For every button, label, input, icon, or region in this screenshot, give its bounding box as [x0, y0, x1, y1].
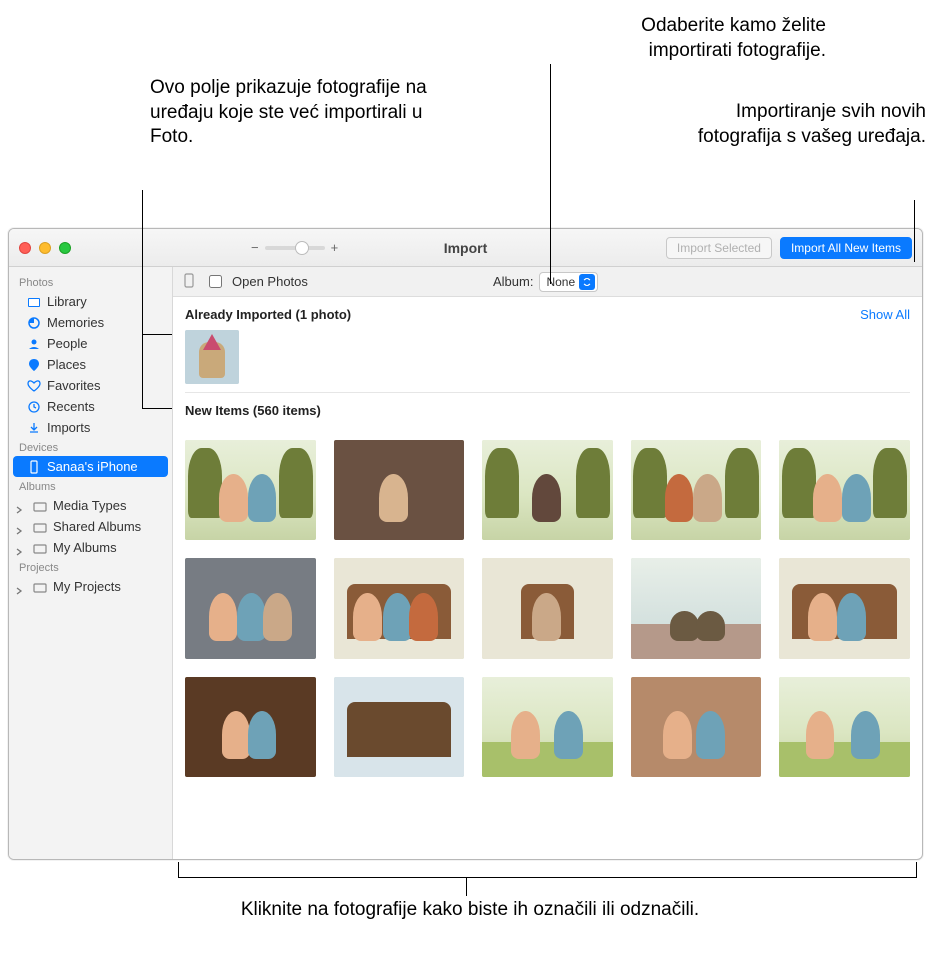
- sidebar-item-recents[interactable]: Recents: [9, 396, 172, 417]
- sidebar-item-label: Places: [47, 357, 86, 372]
- folder-icon: [33, 520, 47, 534]
- chevron-right-icon: [15, 502, 23, 510]
- callout-bracket: [178, 862, 917, 878]
- open-photos-label: Open Photos: [232, 274, 308, 289]
- chevron-right-icon: [15, 544, 23, 552]
- photo-thumb[interactable]: [482, 558, 613, 658]
- callout-destination: Odaberite kamo želite importirati fotogr…: [556, 14, 826, 63]
- import-subbar: Open Photos Album: None: [173, 267, 922, 297]
- sidebar-item-label: Imports: [47, 420, 90, 435]
- sidebar-item-label: Recents: [47, 399, 95, 414]
- show-all-link[interactable]: Show All: [860, 307, 910, 322]
- folder-icon: [33, 499, 47, 513]
- library-icon: [27, 295, 41, 309]
- close-window-button[interactable]: [19, 242, 31, 254]
- photo-thumb[interactable]: [779, 558, 910, 658]
- sidebar-heading-albums: Albums: [9, 477, 172, 495]
- zoom-thumb[interactable]: [295, 241, 309, 255]
- photo-thumb[interactable]: [334, 677, 465, 777]
- sidebar: Photos Library Memories People: [9, 267, 173, 859]
- photo-thumb[interactable]: [185, 440, 316, 540]
- download-icon: [27, 421, 41, 435]
- photo-thumb[interactable]: [631, 440, 762, 540]
- album-dropdown[interactable]: None: [539, 272, 598, 292]
- photos-app-window: − + Import Import Selected Import All Ne…: [8, 228, 923, 860]
- sidebar-item-memories[interactable]: Memories: [9, 312, 172, 333]
- sidebar-item-label: My Projects: [53, 579, 121, 594]
- fullscreen-window-button[interactable]: [59, 242, 71, 254]
- sidebar-item-my-projects[interactable]: My Projects: [9, 576, 172, 597]
- zoom-out-icon: −: [251, 240, 259, 255]
- sidebar-item-label: Sanaa's iPhone: [47, 459, 138, 474]
- sidebar-item-favorites[interactable]: Favorites: [9, 375, 172, 396]
- callout-line: [914, 200, 915, 262]
- toolbar-title: Import: [444, 240, 488, 256]
- album-label: Album:: [493, 274, 533, 289]
- sidebar-item-label: Favorites: [47, 378, 100, 393]
- zoom-in-icon: +: [331, 240, 339, 255]
- window-controls: [19, 242, 71, 254]
- titlebar: − + Import Import Selected Import All Ne…: [9, 229, 922, 267]
- sidebar-item-label: My Albums: [53, 540, 117, 555]
- photo-thumb[interactable]: [334, 558, 465, 658]
- chevron-right-icon: [15, 523, 23, 531]
- zoom-slider[interactable]: − +: [251, 240, 338, 255]
- sidebar-item-label: Media Types: [53, 498, 126, 513]
- callout-already-imported: Ovo polje prikazuje fotografije na uređa…: [150, 76, 430, 150]
- sidebar-item-places[interactable]: Places: [9, 354, 172, 375]
- already-imported-heading: Already Imported (1 photo): [185, 307, 351, 322]
- callout-import-all: Importiranje svih novih fotografija s va…: [656, 100, 926, 149]
- import-all-button[interactable]: Import All New Items: [780, 237, 912, 259]
- sidebar-heading-devices: Devices: [9, 438, 172, 456]
- photo-thumb[interactable]: [334, 440, 465, 540]
- sidebar-item-imports[interactable]: Imports: [9, 417, 172, 438]
- photo-thumb[interactable]: [185, 677, 316, 777]
- callout-click-photos: Kliknite na fotografije kako biste ih oz…: [190, 898, 750, 923]
- callout-line: [142, 408, 172, 409]
- photo-thumb[interactable]: [185, 558, 316, 658]
- minimize-window-button[interactable]: [39, 242, 51, 254]
- chevron-right-icon: [15, 583, 23, 591]
- sidebar-heading-projects: Projects: [9, 558, 172, 576]
- photo-thumb[interactable]: [631, 558, 762, 658]
- folder-icon: [33, 541, 47, 555]
- photo-thumb[interactable]: [779, 677, 910, 777]
- sidebar-item-label: People: [47, 336, 87, 351]
- already-imported-thumb[interactable]: [185, 330, 239, 384]
- content-scroll[interactable]: Already Imported (1 photo) Show All New …: [173, 297, 922, 859]
- callout-line: [550, 64, 551, 284]
- photo-thumb[interactable]: [631, 677, 762, 777]
- people-icon: [27, 337, 41, 351]
- thumbnail-grid: [185, 426, 910, 783]
- places-icon: [27, 358, 41, 372]
- new-items-heading: New Items (560 items): [185, 403, 321, 418]
- dropdown-caret-icon: [579, 274, 595, 290]
- photo-thumb[interactable]: [482, 677, 613, 777]
- sidebar-item-people[interactable]: People: [9, 333, 172, 354]
- main-content: Open Photos Album: None Already Imported…: [173, 267, 922, 859]
- memories-icon: [27, 316, 41, 330]
- sidebar-item-library[interactable]: Library: [9, 291, 172, 312]
- callout-line: [142, 190, 143, 408]
- callout-line: [142, 334, 172, 335]
- sidebar-heading-photos: Photos: [9, 273, 172, 291]
- sidebar-item-label: Memories: [47, 315, 104, 330]
- sidebar-item-media-types[interactable]: Media Types: [9, 495, 172, 516]
- sidebar-item-device[interactable]: Sanaa's iPhone: [13, 456, 168, 477]
- folder-icon: [33, 580, 47, 594]
- photo-thumb[interactable]: [779, 440, 910, 540]
- sidebar-item-label: Library: [47, 294, 87, 309]
- zoom-track[interactable]: [265, 246, 325, 250]
- import-selected-button[interactable]: Import Selected: [666, 237, 772, 259]
- sidebar-item-my-albums[interactable]: My Albums: [9, 537, 172, 558]
- photo-thumb[interactable]: [482, 440, 613, 540]
- clock-icon: [27, 400, 41, 414]
- device-icon: [183, 273, 195, 291]
- sidebar-item-shared-albums[interactable]: Shared Albums: [9, 516, 172, 537]
- open-photos-checkbox[interactable]: [209, 275, 222, 288]
- heart-icon: [27, 379, 41, 393]
- sidebar-item-label: Shared Albums: [53, 519, 141, 534]
- iphone-icon: [27, 460, 41, 474]
- callout-line: [466, 878, 467, 896]
